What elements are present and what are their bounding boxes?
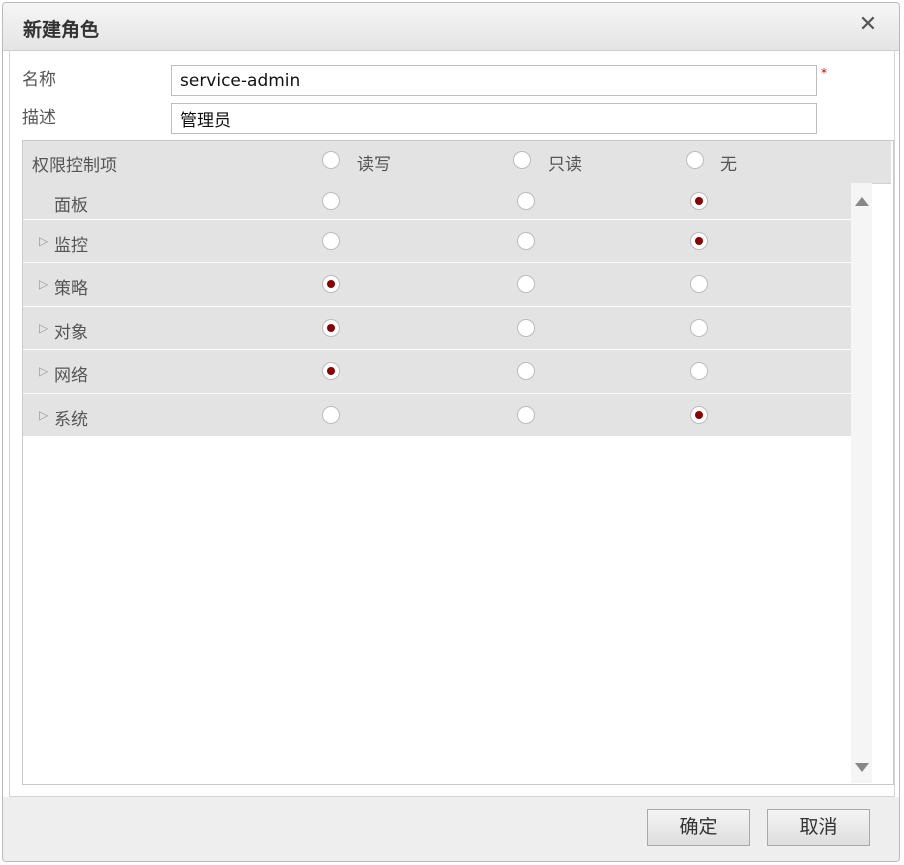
radio-read-only[interactable] [517, 319, 535, 337]
header-radio-read-only[interactable] [513, 151, 531, 169]
scroll-up-arrow-icon[interactable] [855, 197, 869, 206]
radio-read-only[interactable] [517, 232, 535, 250]
radio-read-only[interactable] [517, 406, 535, 424]
description-label: 描述 [22, 108, 56, 128]
radio-read-write[interactable] [322, 406, 340, 424]
radio-read-write[interactable] [322, 319, 340, 337]
permission-row-label: 监控 [54, 236, 88, 256]
permission-row: 面板 [23, 183, 851, 220]
permission-row-label: 对象 [54, 323, 88, 343]
permission-row: ▷ 系统 [23, 394, 851, 437]
scrollbar[interactable] [851, 183, 872, 783]
permission-table: 权限控制项 读写 只读 无 面板 ▷ 监控 ▷ 策略 ▷ 对象 ▷ 网络 ▷ 系统 [22, 140, 894, 785]
name-label: 名称 [22, 70, 56, 90]
permission-row-label: 系统 [54, 410, 88, 430]
cancel-button[interactable]: 取消 [767, 809, 870, 846]
radio-read-write[interactable] [322, 232, 340, 250]
dialog-titlebar: 新建角色 ✕ [3, 3, 899, 51]
radio-read-only[interactable] [517, 362, 535, 380]
expand-triangle-icon[interactable]: ▷ [39, 408, 48, 422]
radio-read-write[interactable] [322, 192, 340, 210]
radio-none[interactable] [690, 319, 708, 337]
header-label-read-only: 只读 [548, 155, 582, 175]
name-input[interactable] [171, 65, 817, 96]
permission-header-title: 权限控制项 [32, 156, 117, 176]
radio-none[interactable] [690, 192, 708, 210]
header-radio-none[interactable] [686, 151, 704, 169]
radio-none[interactable] [690, 232, 708, 250]
ok-button[interactable]: 确定 [647, 809, 750, 846]
radio-none[interactable] [690, 406, 708, 424]
radio-read-only[interactable] [517, 192, 535, 210]
dialog-body: 名称 * 描述 权限控制项 读写 只读 无 面板 ▷ 监控 ▷ 策略 ▷ 对象 ▷ 网络 ▷ 系统 [9, 51, 895, 797]
expand-triangle-icon[interactable]: ▷ [39, 277, 48, 291]
expand-triangle-icon[interactable]: ▷ [39, 364, 48, 378]
radio-none[interactable] [690, 275, 708, 293]
header-label-read-write: 读写 [357, 155, 391, 175]
radio-read-write[interactable] [322, 275, 340, 293]
permission-row-label: 网络 [54, 366, 88, 386]
description-input[interactable] [171, 103, 817, 134]
permission-row: ▷ 策略 [23, 263, 851, 307]
permission-row: ▷ 网络 [23, 350, 851, 394]
permission-row-label: 策略 [54, 279, 88, 299]
header-label-none: 无 [720, 155, 737, 175]
expand-triangle-icon[interactable]: ▷ [39, 321, 48, 335]
required-mark: * [821, 66, 827, 80]
permission-header: 权限控制项 读写 只读 无 [23, 141, 891, 184]
scroll-down-arrow-icon[interactable] [855, 763, 869, 772]
header-radio-read-write[interactable] [322, 151, 340, 169]
radio-read-only[interactable] [517, 275, 535, 293]
dialog-footer: 确定 取消 [3, 797, 899, 861]
dialog-title: 新建角色 [23, 19, 100, 41]
new-role-dialog: 新建角色 ✕ 名称 * 描述 权限控制项 读写 只读 无 面板 ▷ 监控 ▷ 策略 ▷ 对象… [2, 2, 900, 862]
permission-row: ▷ 对象 [23, 307, 851, 350]
close-icon[interactable]: ✕ [857, 14, 879, 36]
expand-triangle-icon[interactable]: ▷ [39, 234, 48, 248]
permission-row: ▷ 监控 [23, 220, 851, 263]
radio-read-write[interactable] [322, 362, 340, 380]
permission-row-label: 面板 [54, 196, 88, 216]
radio-none[interactable] [690, 362, 708, 380]
